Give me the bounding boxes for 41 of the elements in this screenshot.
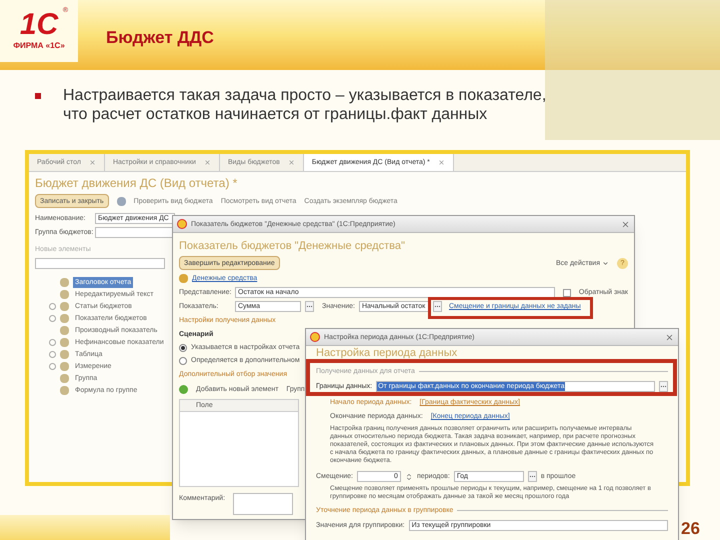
input-field[interactable] [95,227,175,238]
checkbox[interactable] [563,288,571,296]
bullet-icon [35,93,41,99]
ellipsis-icon [528,473,536,480]
app-logo-icon [177,219,187,229]
radio-button[interactable] [179,356,187,364]
ellipsis-button[interactable] [433,301,442,312]
ellipsis-button[interactable] [659,381,668,392]
logo-mark: 1С [20,10,58,40]
close-tab-icon[interactable] [204,159,211,166]
page-number: 26 [681,518,700,540]
save-icon [116,196,126,206]
caret-icon [602,260,609,266]
comment-field[interactable] [233,493,294,515]
app-logo-icon [310,332,320,342]
slide-title: Бюджет ДДС [106,27,214,49]
close-tab-icon[interactable] [88,159,96,166]
ellipsis-button[interactable] [528,471,537,482]
expand-toggle-icon[interactable] [49,362,56,370]
spinner-icon[interactable] [404,472,413,480]
close-tab-icon[interactable] [288,159,295,166]
close-tab-icon[interactable] [438,159,445,166]
ellipsis-icon [434,303,441,310]
ellipsis-icon [306,303,313,310]
window-heading: Бюджет движения ДС (Вид отчета) * [34,178,238,189]
expand-toggle-icon[interactable] [49,302,56,310]
add-icon [179,385,188,394]
ellipsis-icon [660,383,667,390]
close-icon[interactable] [665,332,674,342]
search-field[interactable] [35,258,165,269]
ellipsis-button[interactable] [305,301,314,312]
indicator-icon [179,274,188,283]
close-icon[interactable] [621,220,630,228]
dialog-heading: Показатель бюджетов "Денежные средства" [178,240,406,252]
dialog-heading: Настройка периода данных [315,347,458,359]
bullet-text: Настраивается такая задача просто – указывается в показателе, что расчет остатков начинается от границы.факт данных [63,86,548,124]
radio-button[interactable] [179,344,187,352]
expand-toggle-icon[interactable] [49,350,56,358]
expand-toggle-icon[interactable] [49,338,56,346]
logo-text: ФИРМА «1С» [13,40,65,52]
expand-toggle-icon[interactable] [49,314,56,322]
